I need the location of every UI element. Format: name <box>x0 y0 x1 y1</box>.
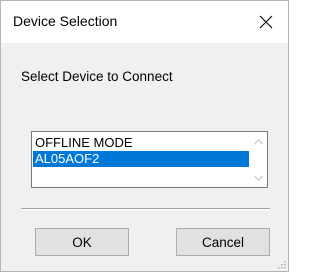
chevron-up-icon <box>254 138 263 144</box>
close-icon <box>259 15 273 29</box>
resize-grip-icon[interactable] <box>276 259 286 269</box>
list-item-al05aof2[interactable]: AL05AOF2 <box>33 151 249 167</box>
scroll-down-button[interactable] <box>250 169 267 186</box>
listbox-scrollbar[interactable] <box>250 132 267 187</box>
close-button[interactable] <box>244 1 288 43</box>
list-item-offline-mode[interactable]: OFFLINE MODE <box>33 135 249 151</box>
select-device-prompt: Select Device to Connect <box>21 69 173 84</box>
title-bar[interactable]: Device Selection <box>1 1 288 43</box>
chevron-down-icon <box>254 175 263 181</box>
cancel-button[interactable]: Cancel <box>176 228 270 256</box>
window-title: Device Selection <box>13 13 118 29</box>
scroll-up-button[interactable] <box>250 133 267 150</box>
separator-line <box>21 208 270 210</box>
ok-button[interactable]: OK <box>35 228 129 256</box>
device-listbox[interactable]: OFFLINE MODE AL05AOF2 <box>31 131 268 188</box>
device-selection-dialog: Device Selection Select Device to Connec… <box>0 0 289 272</box>
